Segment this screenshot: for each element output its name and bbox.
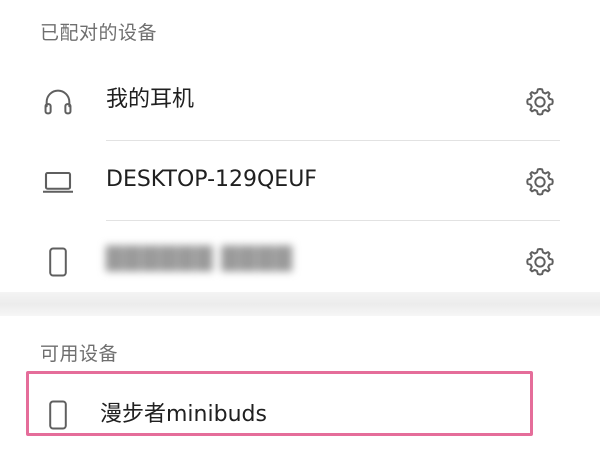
phone-icon — [38, 242, 78, 282]
paired-device-row-headphones[interactable]: 我的耳机 — [0, 60, 600, 140]
device-name: DESKTOP-129QEUF — [106, 167, 317, 192]
section-separator — [0, 292, 600, 316]
device-name-obscured: ██████ ████ — [106, 247, 294, 272]
laptop-icon — [38, 162, 78, 202]
gear-icon[interactable] — [520, 162, 560, 202]
gear-icon[interactable] — [520, 242, 560, 282]
headphones-icon — [38, 82, 78, 122]
paired-device-row-desktop[interactable]: DESKTOP-129QEUF — [0, 140, 600, 220]
gear-icon[interactable] — [520, 82, 560, 122]
paired-devices-header: 已配对的设备 — [40, 22, 158, 44]
highlight-box — [26, 371, 533, 436]
available-devices-header: 可用设备 — [40, 343, 119, 365]
device-name: 我的耳机 — [106, 87, 195, 112]
paired-device-row-phone[interactable]: ██████ ████ — [0, 220, 600, 300]
